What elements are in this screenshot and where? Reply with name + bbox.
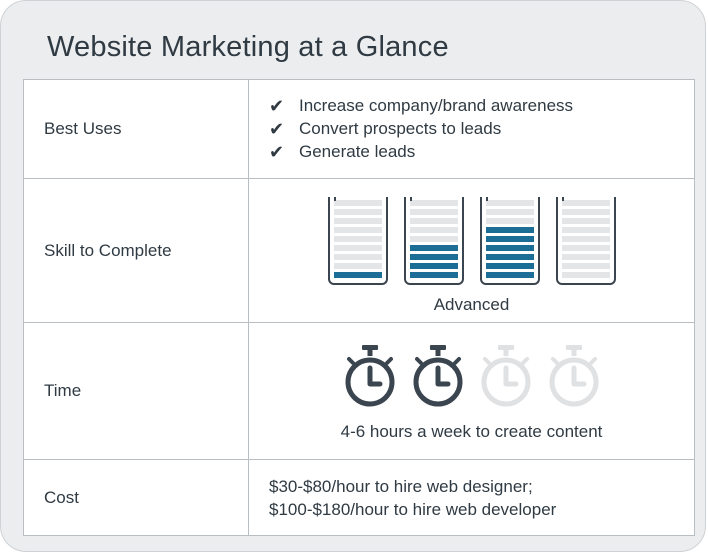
best-uses-list: ✔ Increase company/brand awareness ✔ Con… bbox=[249, 95, 694, 164]
meter-bar bbox=[333, 254, 382, 261]
skill-meters bbox=[249, 196, 694, 285]
meter-bar bbox=[333, 226, 382, 233]
meter-bar bbox=[485, 263, 534, 270]
meter-bar bbox=[485, 208, 534, 215]
time-cell: 4-6 hours a week to create content bbox=[248, 322, 695, 460]
cost-text: $30-$80/hour to hire web designer; $100-… bbox=[249, 475, 694, 521]
meter-bar bbox=[409, 208, 458, 215]
meter-bar bbox=[333, 208, 382, 215]
cost-label: Cost bbox=[23, 459, 249, 536]
meter-bar bbox=[561, 226, 610, 233]
meter-bar bbox=[333, 263, 382, 270]
meter-bar bbox=[485, 272, 534, 279]
stopwatch-icon bbox=[345, 345, 394, 407]
stopwatch-icon bbox=[549, 345, 598, 407]
time-text: 4-6 hours a week to create content bbox=[340, 422, 603, 441]
checkmark-icon: ✔ bbox=[269, 118, 285, 139]
stopwatch-icon bbox=[413, 345, 462, 407]
checkmark-icon: ✔ bbox=[269, 95, 285, 116]
glance-card: Website Marketing at a Glance Best Uses … bbox=[0, 0, 706, 552]
meter-bar bbox=[561, 208, 610, 215]
meter-bar bbox=[485, 217, 534, 224]
meter-bar bbox=[485, 254, 534, 261]
meter-bar bbox=[409, 235, 458, 243]
meter-bar bbox=[409, 272, 458, 279]
meter-bar bbox=[409, 226, 458, 233]
meter-bar bbox=[485, 245, 534, 252]
list-item: ✔ Generate leads bbox=[269, 141, 694, 164]
meter-bar bbox=[561, 263, 610, 270]
list-item: ✔ Increase company/brand awareness bbox=[269, 95, 694, 118]
meter-bar bbox=[409, 245, 458, 252]
skill-cell: Advanced bbox=[248, 178, 695, 323]
meter-bar bbox=[561, 235, 610, 243]
list-item-text: Increase company/brand awareness bbox=[299, 96, 574, 115]
skill-level-text: Advanced bbox=[433, 294, 510, 314]
best-uses-label: Best Uses bbox=[23, 79, 249, 179]
skill-label: Skill to Complete bbox=[23, 178, 249, 323]
meter-bar bbox=[409, 199, 458, 206]
meter-bar bbox=[561, 272, 610, 279]
meter-bar bbox=[333, 217, 382, 224]
meter-bar bbox=[409, 217, 458, 224]
stopwatch-icon bbox=[481, 345, 530, 407]
meter-bar bbox=[409, 254, 458, 261]
skill-meter-icon bbox=[555, 196, 616, 285]
meter-bar bbox=[333, 272, 382, 279]
meter-bar bbox=[561, 217, 610, 224]
meter-bar bbox=[333, 245, 382, 252]
skill-meter-icon bbox=[403, 196, 464, 285]
list-item: ✔ Convert prospects to leads bbox=[269, 118, 694, 141]
row-cost: Cost $30-$80/hour to hire web designer; … bbox=[23, 459, 695, 536]
stopwatch-icons bbox=[249, 344, 694, 408]
meter-bar bbox=[333, 235, 382, 243]
list-item-text: Generate leads bbox=[299, 142, 416, 161]
time-label: Time bbox=[23, 322, 249, 460]
checkmark-icon: ✔ bbox=[269, 141, 285, 162]
meter-bar bbox=[561, 254, 610, 261]
cost-line: $100-$180/hour to hire web developer bbox=[269, 499, 557, 519]
meter-bar bbox=[561, 199, 610, 206]
card-title: Website Marketing at a Glance bbox=[47, 31, 449, 63]
meter-bar bbox=[561, 245, 610, 252]
row-skill: Skill to Complete Advanced bbox=[23, 178, 695, 323]
best-uses-cell: ✔ Increase company/brand awareness ✔ Con… bbox=[248, 79, 695, 179]
row-time: Time 4-6 hours a week to create content bbox=[23, 322, 695, 460]
meter-bar bbox=[485, 226, 534, 233]
meter-bar bbox=[333, 199, 382, 206]
cost-line: $30-$80/hour to hire web designer; bbox=[269, 476, 533, 496]
meter-bar bbox=[485, 235, 534, 243]
meter-bar bbox=[485, 199, 534, 206]
cost-cell: $30-$80/hour to hire web designer; $100-… bbox=[248, 459, 695, 536]
row-best-uses: Best Uses ✔ Increase company/brand aware… bbox=[23, 79, 695, 179]
skill-meter-icon bbox=[479, 196, 540, 285]
list-item-text: Convert prospects to leads bbox=[299, 119, 502, 138]
meter-bar bbox=[409, 263, 458, 270]
glance-table: Best Uses ✔ Increase company/brand aware… bbox=[23, 79, 695, 536]
skill-meter-icon bbox=[327, 196, 388, 285]
